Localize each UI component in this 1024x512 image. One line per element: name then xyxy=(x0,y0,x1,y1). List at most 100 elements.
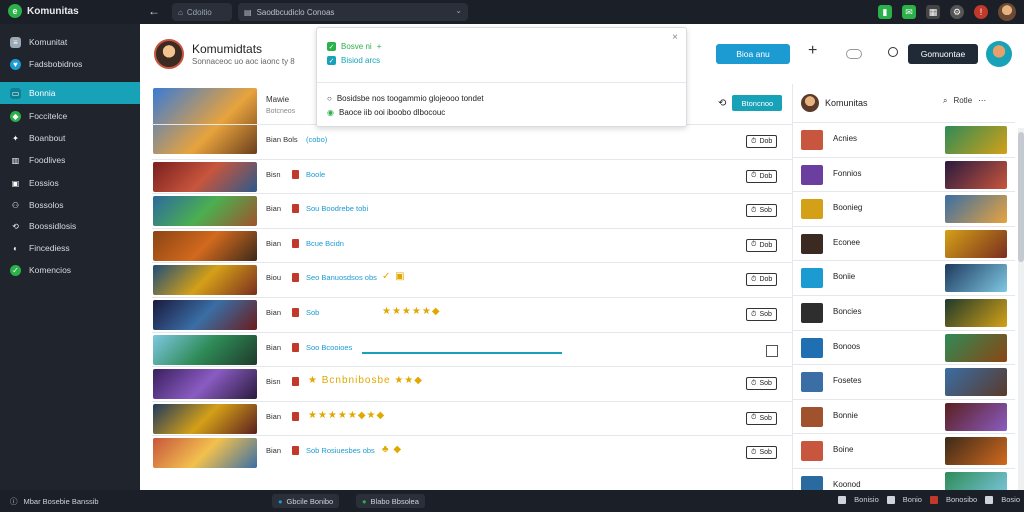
row-tag[interactable]: Sob Rosiuesbes obs xyxy=(306,446,375,455)
list-item[interactable]: Boine xyxy=(793,433,1015,467)
table-row[interactable]: Bian Soo Bcooioes xyxy=(152,331,792,366)
game-thumbnail[interactable] xyxy=(153,403,257,434)
sidebar-item-bonnia[interactable]: ▭ Bonnia xyxy=(0,82,140,104)
row-count-button[interactable]: ⏱ Dob xyxy=(746,169,778,183)
status-circle-icon[interactable] xyxy=(888,47,898,57)
table-row[interactable]: Bian Sob Rosiuesbes obs ♣ ◆ ⏱ Sob xyxy=(152,435,792,469)
table-row[interactable]: Bisn Boole ⏱ Dob xyxy=(152,158,792,193)
popup-line-2[interactable]: ✓ Bisiod arcs xyxy=(327,56,380,65)
game-thumbnail[interactable] xyxy=(153,438,257,469)
game-thumbnail[interactable] xyxy=(153,161,257,192)
settings-icon[interactable]: ⚙ xyxy=(950,5,964,19)
sidebar-item-foccitelce[interactable]: ◆ Foccitelce xyxy=(0,105,140,127)
row-tag[interactable]: Sou Boodrebe tobi xyxy=(306,204,368,213)
row-tag[interactable]: Boole xyxy=(306,170,325,179)
primary-button[interactable]: Bioa anu xyxy=(716,44,790,64)
grid-icon[interactable]: ▦ xyxy=(926,5,940,19)
list-item-thumbnail[interactable] xyxy=(945,333,1007,362)
list-item[interactable]: Econee xyxy=(793,225,1015,260)
chevron-down-icon[interactable]: ⌄ xyxy=(455,6,462,15)
refresh-icon[interactable]: ⟲ xyxy=(718,98,726,109)
sidebar-item-bossolos[interactable]: ⚇ Bossolos xyxy=(0,194,140,216)
list-item-thumbnail[interactable] xyxy=(945,264,1007,293)
row-tag[interactable]: Bcue Bcidn xyxy=(306,239,344,248)
row-tag[interactable]: Sob xyxy=(306,308,319,317)
list-item[interactable]: Boniie xyxy=(793,260,1015,294)
taskbar-item-1[interactable]: ● Gbcile Bonibo xyxy=(272,494,340,508)
table-row[interactable]: Biou Seo Banuosdsos obs ✓ ▣ ⏱ Dob xyxy=(152,262,792,296)
table-row[interactable]: Bian Sob ★★★★★◆ ⏱ Sob xyxy=(152,297,792,331)
sidebar-item-foodlives[interactable]: ▥ Foodlives xyxy=(0,149,140,171)
close-icon[interactable]: × xyxy=(672,32,678,43)
home-tab[interactable]: ⌂ Cdoitio xyxy=(172,3,232,21)
popup-line-3[interactable]: ○ Bosidsbe nos toogammio glojeooo tondet xyxy=(327,94,484,103)
row-count-button[interactable]: ⏱ Sob xyxy=(746,308,777,321)
sidebar-item-komencios[interactable]: ✓ Komencios xyxy=(0,259,140,281)
toggle-switch[interactable] xyxy=(846,49,862,59)
row-tag[interactable]: Soo Bcooioes xyxy=(306,343,352,352)
alert-icon[interactable]: ! xyxy=(974,5,988,19)
address-bar[interactable]: ▤ Saodbcudiclo Conoas ⌄ xyxy=(238,3,468,21)
community-button[interactable]: Gomuontae xyxy=(908,44,978,64)
notification-icon[interactable]: ✉ xyxy=(902,5,916,19)
list-item[interactable]: Boncies xyxy=(793,295,1015,329)
list-item[interactable]: Fosetes xyxy=(793,364,1015,398)
status-right-1[interactable]: Bonisio xyxy=(854,495,879,504)
row-count-button[interactable]: ⏱ Dob xyxy=(746,273,778,287)
list-item-thumbnail[interactable] xyxy=(945,402,1007,431)
game-thumbnail[interactable] xyxy=(153,230,257,261)
sidebar-item-eossios[interactable]: ▣ Eossios xyxy=(0,172,140,194)
sidebar-item-boanbout[interactable]: ✦ Boanbout xyxy=(0,127,140,149)
table-row[interactable]: Bian ★★★★★◆★◆ ⏱ Sob xyxy=(152,400,792,435)
list-item[interactable]: Fonnios xyxy=(793,156,1015,191)
profile-avatar[interactable] xyxy=(986,41,1012,67)
table-action-button[interactable]: Btoncnoo xyxy=(732,95,783,111)
row-count-button[interactable]: ⏱ Dob xyxy=(746,135,778,148)
sidebar-item-komunitat[interactable]: ≡ Komunitat xyxy=(0,31,140,53)
game-thumbnail[interactable] xyxy=(153,334,257,365)
row-count-button[interactable]: ⏱ Sob xyxy=(746,377,777,391)
row-tag[interactable]: (cobo) xyxy=(306,135,327,144)
back-button[interactable]: ← xyxy=(148,4,160,18)
list-item[interactable]: Acnies xyxy=(793,122,1015,156)
list-item[interactable]: Boonieg xyxy=(793,191,1015,225)
list-item-thumbnail[interactable] xyxy=(945,299,1007,327)
list-item[interactable]: Bonoos xyxy=(793,329,1015,364)
brand[interactable]: e Komunitas xyxy=(8,4,79,18)
row-count-button[interactable]: ⏱ Sob xyxy=(746,204,777,218)
user-avatar[interactable] xyxy=(998,3,1016,21)
game-thumbnail[interactable] xyxy=(153,265,257,296)
list-item-thumbnail[interactable] xyxy=(945,229,1007,258)
row-checkbox[interactable] xyxy=(766,344,778,357)
popup-line-1[interactable]: ✓ Bosve ni + xyxy=(327,42,381,51)
list-item-thumbnail[interactable] xyxy=(945,126,1007,154)
list-item-thumbnail[interactable] xyxy=(945,368,1007,397)
game-thumbnail[interactable] xyxy=(153,300,257,330)
list-item-thumbnail[interactable] xyxy=(945,195,1007,224)
row-count-button[interactable]: ⏱ Sob xyxy=(746,446,777,460)
chart-icon[interactable]: ▮ xyxy=(878,5,892,19)
table-row[interactable]: Bian Sou Boodrebe tobi ⏱ Sob xyxy=(152,193,792,227)
status-right-2[interactable]: Bonio xyxy=(903,495,922,504)
game-thumbnail[interactable] xyxy=(153,369,257,400)
row-tag[interactable]: Seo Banuosdsos obs xyxy=(306,273,377,282)
taskbar-item-2[interactable]: ● Blabo Bbsolea xyxy=(356,494,425,508)
status-right-3[interactable]: Bonosibo xyxy=(946,495,977,504)
game-thumbnail[interactable] xyxy=(153,196,257,227)
list-item-thumbnail[interactable] xyxy=(945,160,1007,189)
row-count-button[interactable]: ⏱ Sob xyxy=(746,411,777,425)
sidebar-item-fincediess[interactable]: ◐ Fincediess xyxy=(0,237,140,259)
scrollbar-thumb[interactable] xyxy=(1018,132,1024,262)
popup-line-4[interactable]: ◉ Baoce iib ooi iboobo dlbocouc xyxy=(327,108,445,117)
more-icon[interactable]: ⋯ xyxy=(978,96,986,106)
table-row[interactable]: Bian Bols (cobo) ⏱ Dob xyxy=(152,124,792,158)
status-right-4[interactable]: Bosio xyxy=(1001,495,1020,504)
sidebar-item-boossidlosis[interactable]: ⟲ Boossidlosis xyxy=(0,215,140,237)
table-row[interactable]: Bian Bcue Bcidn ⏱ Dob xyxy=(152,227,792,262)
list-item-thumbnail[interactable] xyxy=(945,437,1007,466)
table-row[interactable]: Bisn ★ Bcnbnibosbe ★★◆ ⏱ Sob xyxy=(152,366,792,400)
list-item[interactable]: Bonnie xyxy=(793,398,1015,433)
row-count-button[interactable]: ⏱ Dob xyxy=(746,238,778,252)
right-panel-search[interactable]: ⌕ Rotle ⋯ xyxy=(943,96,986,106)
sidebar-item-fadsbobidnos[interactable]: ♥ Fadsbobidnos xyxy=(0,53,140,75)
